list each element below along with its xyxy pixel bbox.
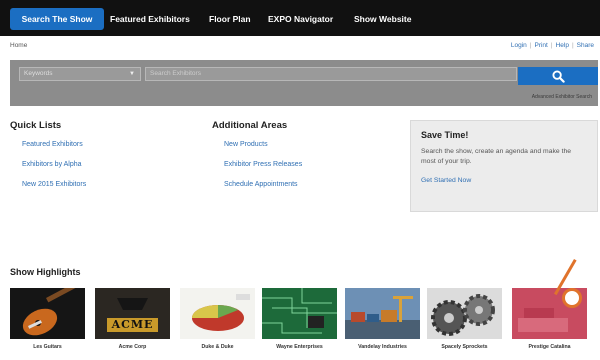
highlight-caption: Vandelay Industries [358,344,407,350]
tab-search-the-show[interactable]: Search The Show [10,8,104,30]
acme-logo-text: ACME [111,318,154,331]
highlight-tile[interactable]: Spacely Sprockets [427,288,502,350]
additional-areas-title: Additional Areas [212,120,288,131]
save-time-title: Save Time! [421,130,469,140]
top-nav: Search The Show Featured Exhibitors Floo… [0,0,600,36]
search-input[interactable]: Search Exhibitors [145,67,517,81]
quick-lists-title: Quick Lists [10,120,62,131]
quick-list-item[interactable]: Exhibitors by Alpha [22,159,200,179]
pie-chart-image [180,288,255,339]
search-button[interactable] [518,67,598,85]
save-time-panel: Save Time! Search the show, create an ag… [410,120,598,212]
tab-featured-exhibitors[interactable]: Featured Exhibitors [110,8,190,30]
advanced-search-link[interactable]: Advanced Exhibitor Search [532,94,592,100]
additional-areas: Additional Areas New Products Exhibitor … [212,120,402,199]
highlight-tile[interactable]: ACME Acme Corp [95,288,170,350]
utility-links: Login | Print | Help | Share [510,42,594,49]
highlight-caption: Prestige Catalina [528,344,571,350]
highlight-caption: Wayne Enterprises [276,344,323,350]
search-bar: Keywords ▼ Search Exhibitors Advanced Ex… [10,60,598,106]
highlight-caption: Spacely Sprockets [441,344,488,350]
search-type-select[interactable]: Keywords ▼ [19,67,141,81]
highlight-tile[interactable]: Vandelay Industries [345,288,420,350]
circuit-board-image [262,288,337,339]
tab-expo-navigator[interactable]: EXPO Navigator [268,8,333,30]
quick-list-item[interactable]: New 2015 Exhibitors [22,179,200,199]
highlight-tile[interactable]: Les Guitars [10,288,85,350]
search-placeholder: Search Exhibitors [150,70,201,77]
quick-list-item[interactable]: Featured Exhibitors [22,139,200,159]
breadcrumb-home[interactable]: Home [10,42,27,49]
show-highlights-title: Show Highlights [10,267,81,277]
highlight-caption: Acme Corp [118,344,147,350]
login-link[interactable]: Login [511,42,527,49]
tab-show-website[interactable]: Show Website [354,8,411,30]
shipping-port-image [345,288,420,339]
help-link[interactable]: Help [556,42,569,49]
additional-area-item[interactable]: Exhibitor Press Releases [224,159,402,179]
save-time-text: Search the show, create an agenda and ma… [421,148,572,165]
highlight-caption: Duke & Duke [201,344,234,350]
search-icon [551,69,565,83]
pointer-circle-icon [562,288,582,308]
chevron-down-icon: ▼ [129,71,135,77]
quick-lists: Quick Lists Featured Exhibitors Exhibito… [10,120,200,199]
acme-logo-image: ACME [95,288,170,339]
highlight-tile[interactable]: Duke & Duke [180,288,255,350]
highlight-tile[interactable]: Wayne Enterprises [262,288,337,350]
additional-area-item[interactable]: Schedule Appointments [224,179,402,199]
share-link[interactable]: Share [577,42,594,49]
utility-bar: Home Login | Print | Help | Share [0,36,600,56]
highlight-caption: Les Guitars [33,344,62,350]
get-started-link[interactable]: Get Started Now [421,177,587,184]
tab-floor-plan[interactable]: Floor Plan [209,8,251,30]
search-type-value: Keywords [24,70,53,77]
guitar-image [10,288,85,339]
additional-area-item[interactable]: New Products [224,139,402,159]
print-link[interactable]: Print [534,42,547,49]
gears-image [427,288,502,339]
